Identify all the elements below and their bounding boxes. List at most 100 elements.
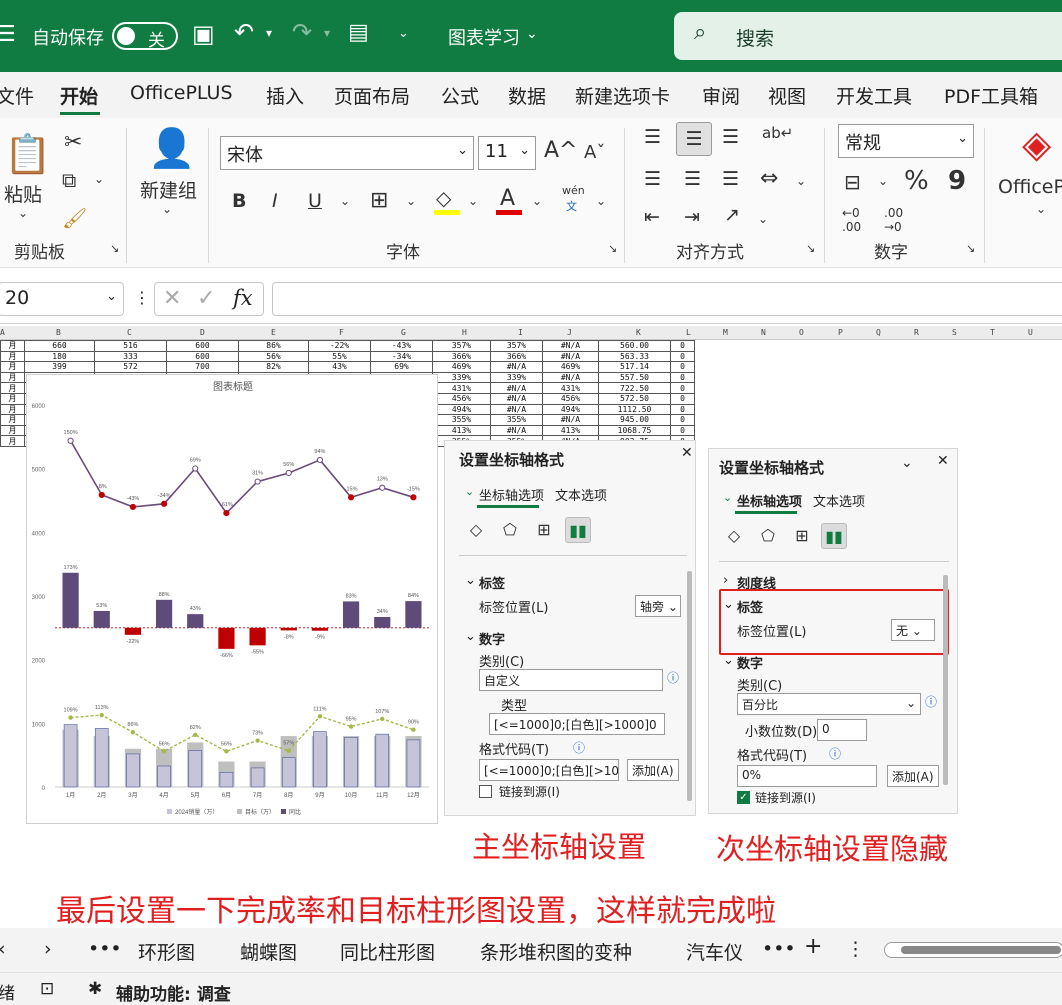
formula-input[interactable]: [272, 282, 1062, 316]
add-button[interactable]: 添加(A): [627, 759, 679, 781]
col-header[interactable]: D: [200, 328, 205, 337]
grid-cell[interactable]: 431%: [542, 382, 599, 394]
grid-cell[interactable]: 0: [670, 350, 695, 363]
grid-cell[interactable]: 572.50: [598, 392, 671, 405]
form-icon[interactable]: ▤: [348, 20, 369, 45]
paste-button[interactable]: 粘贴: [4, 180, 42, 207]
grid-cell[interactable]: 945.00: [598, 414, 671, 426]
add-button[interactable]: 添加(A): [887, 765, 939, 787]
grid-cell[interactable]: 557.50: [598, 371, 671, 384]
col-header[interactable]: C: [127, 328, 132, 337]
enter-icon[interactable]: ✓: [197, 286, 215, 311]
grid-cell[interactable]: 366%: [490, 350, 543, 363]
redo-dropdown-icon[interactable]: ▾: [324, 26, 330, 40]
pane-scrollbar[interactable]: [943, 575, 948, 785]
size-properties-icon[interactable]: ⊞: [531, 517, 557, 543]
tab-text-options[interactable]: 文本选项: [555, 485, 607, 504]
currency-dropdown-icon[interactable]: ⌄: [878, 174, 888, 188]
sheet-tab[interactable]: 汽车仪: [686, 938, 748, 965]
category-select[interactable]: 自定义: [479, 669, 663, 691]
grid-cell[interactable]: #N/A: [490, 424, 543, 437]
grid-cell[interactable]: 339%: [432, 371, 491, 384]
grid-cell[interactable]: #N/A: [490, 392, 543, 405]
grid-cell[interactable]: 1068.75: [598, 424, 671, 437]
sheet-menu-icon[interactable]: ⋮: [846, 938, 865, 960]
search-box[interactable]: ⌕ 搜索: [674, 12, 1062, 60]
grid-cell[interactable]: 0: [670, 361, 695, 373]
link-source-checkbox[interactable]: ✓: [737, 791, 750, 804]
tab-axis-options[interactable]: 坐标轴选项: [479, 485, 544, 504]
col-header[interactable]: U: [1028, 328, 1033, 337]
prev-sheet-icon[interactable]: ‹: [0, 938, 6, 960]
grid-cell[interactable]: 56%: [238, 350, 309, 363]
sheet-tab[interactable]: 蝴蝶图: [240, 938, 297, 965]
grid-cell[interactable]: 0: [670, 403, 695, 416]
label-section-header[interactable]: 标签: [479, 573, 505, 592]
filename-dropdown-icon[interactable]: ⌄: [526, 26, 538, 42]
col-header[interactable]: F: [339, 328, 344, 337]
grid-cell[interactable]: 180: [24, 350, 95, 363]
close-icon[interactable]: ✕: [681, 445, 693, 461]
format-code-input[interactable]: 0%: [737, 765, 877, 787]
fill-color-icon[interactable]: ◇: [436, 186, 451, 210]
table-row[interactable]: 月 180 333 600 56% 55% -34% 366% 366% #N/A 563.33 0: [0, 350, 695, 363]
number-section-header[interactable]: 数字: [479, 629, 505, 648]
grid-cell[interactable]: 月: [0, 371, 25, 384]
comma-style-button[interactable]: 9: [948, 166, 966, 196]
decrease-decimal-button[interactable]: .00 →0: [884, 206, 916, 234]
grid-cell[interactable]: 86%: [238, 340, 309, 352]
grid-cell[interactable]: #N/A: [490, 403, 543, 416]
grid-cell[interactable]: 572: [94, 361, 167, 373]
merge-center-icon[interactable]: ⇔: [760, 166, 778, 191]
effects-icon[interactable]: ⬠: [755, 523, 781, 549]
grid-cell[interactable]: 月: [0, 382, 25, 394]
grid-cell[interactable]: 366%: [432, 350, 491, 363]
grid-cell[interactable]: 82%: [238, 361, 309, 373]
grid-cell[interactable]: 月: [0, 414, 25, 426]
grid-cell[interactable]: 469%: [542, 361, 599, 373]
info-icon[interactable]: ⓘ: [573, 739, 585, 756]
wrap-text-icon[interactable]: ab↵: [762, 124, 793, 142]
paste-dropdown-icon[interactable]: ⌄: [18, 206, 28, 220]
align-bottom-icon[interactable]: ☰: [722, 126, 739, 148]
col-header[interactable]: G: [401, 328, 406, 337]
grid-cell[interactable]: 1112.50: [598, 403, 671, 416]
grid-cell[interactable]: 660: [24, 340, 95, 352]
label-section-header[interactable]: 标签: [737, 597, 763, 616]
grid-cell[interactable]: 494%: [542, 403, 599, 416]
alignment-launcher-icon[interactable]: ↘: [806, 242, 815, 255]
decimals-input[interactable]: 0: [817, 719, 867, 741]
tab-page-layout[interactable]: 页面布局: [334, 82, 410, 109]
col-header[interactable]: B: [56, 328, 61, 337]
font-color-button[interactable]: A: [500, 186, 515, 211]
currency-icon[interactable]: ⊟: [844, 170, 861, 194]
grid-cell[interactable]: 413%: [542, 424, 599, 437]
grid-cell[interactable]: 357%: [490, 340, 543, 352]
officeplus-button[interactable]: OfficePl: [998, 176, 1062, 198]
more-sheets-icon[interactable]: •••: [88, 938, 122, 960]
grid-cell[interactable]: 399: [24, 361, 95, 373]
insert-function-button[interactable]: fx: [233, 286, 253, 310]
copy-icon[interactable]: ⧉: [62, 168, 76, 192]
cut-icon[interactable]: ✂: [64, 130, 82, 155]
orientation-dropdown-icon[interactable]: ⌄: [758, 212, 768, 226]
grid-cell[interactable]: 600: [166, 340, 239, 352]
bold-button[interactable]: B: [232, 190, 246, 212]
grid-cell[interactable]: 月: [0, 361, 25, 373]
grid-cell[interactable]: 600: [166, 350, 239, 363]
name-box[interactable]: 20 ⌄: [0, 282, 124, 316]
label-position-select[interactable]: 轴旁 ⌄: [635, 595, 681, 617]
col-header[interactable]: L: [686, 328, 691, 337]
tab-pdf-tools[interactable]: PDF工具箱: [944, 82, 1038, 109]
link-source-checkbox[interactable]: [479, 785, 492, 798]
effects-icon[interactable]: ⬠: [497, 517, 523, 543]
font-color-dropdown-icon[interactable]: ⌄: [532, 194, 542, 208]
grid-cell[interactable]: #N/A: [542, 350, 599, 363]
chart[interactable]: 图表标题 0 1000 2000 3000 4000 5000 6000 150% -8% -43%…: [26, 374, 438, 824]
grid-cell[interactable]: #N/A: [490, 361, 543, 373]
sheet-tab[interactable]: 环形图: [138, 938, 195, 965]
grid-cell[interactable]: 43%: [308, 361, 371, 373]
tab-file[interactable]: 文件: [0, 82, 34, 109]
grid-cell[interactable]: 0: [670, 392, 695, 405]
tab-home[interactable]: 开始: [60, 82, 98, 109]
